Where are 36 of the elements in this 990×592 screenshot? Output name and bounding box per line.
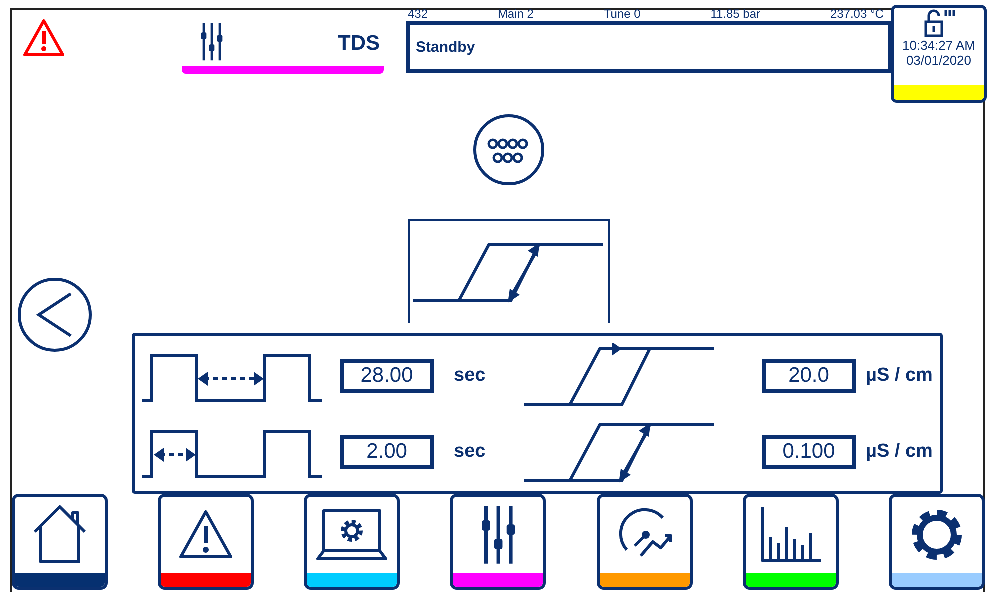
status-reading: 11.85 bar bbox=[710, 8, 761, 21]
lock-panel[interactable]: 10:34:27 AM 03/01/2020 bbox=[891, 5, 987, 103]
bar-chart-icon bbox=[758, 505, 823, 565]
value-field[interactable]: 20.0 bbox=[762, 358, 856, 392]
clock-date: 03/01/2020 bbox=[906, 53, 972, 68]
status-message: Standby bbox=[406, 21, 892, 73]
gauge-nav-button[interactable] bbox=[596, 494, 693, 590]
warning-icon bbox=[178, 509, 234, 561]
gear-nav-button[interactable] bbox=[888, 494, 985, 590]
laptop-gear-icon bbox=[314, 507, 390, 563]
status-reading: 432 bbox=[408, 8, 428, 21]
hysteresis-setpoint-icon bbox=[522, 342, 717, 408]
value-field[interactable]: 2.00 bbox=[340, 434, 434, 468]
laptop-nav-button[interactable] bbox=[304, 494, 400, 590]
status-reading: Tune 0 bbox=[604, 8, 641, 21]
value-field[interactable]: 0.100 bbox=[762, 434, 856, 468]
unit-label: sec bbox=[454, 440, 487, 462]
unit-label: µS / cm bbox=[866, 364, 934, 386]
back-icon bbox=[35, 290, 75, 340]
status-reading: Main 2 bbox=[498, 8, 534, 21]
sliders-icon bbox=[200, 22, 224, 62]
home-icon bbox=[31, 504, 89, 566]
unit-label: µS / cm bbox=[866, 440, 934, 462]
unit-label: sec bbox=[454, 364, 487, 386]
sliders-nav-button[interactable] bbox=[450, 494, 546, 590]
status-reading: 237.03 °C bbox=[830, 8, 884, 21]
hysteresis-tab[interactable] bbox=[408, 219, 610, 323]
unlocked-padlock-icon bbox=[922, 8, 956, 38]
chart-nav-button[interactable] bbox=[742, 494, 839, 590]
home-nav-button[interactable] bbox=[12, 494, 108, 590]
value-field[interactable]: 28.00 bbox=[340, 358, 434, 392]
tds-tab[interactable]: TDS bbox=[182, 10, 384, 74]
sliders-icon bbox=[480, 504, 518, 566]
warning-icon bbox=[22, 18, 66, 58]
alarm-nav-button[interactable] bbox=[158, 494, 254, 590]
clock-time: 10:34:27 AM bbox=[902, 38, 976, 53]
